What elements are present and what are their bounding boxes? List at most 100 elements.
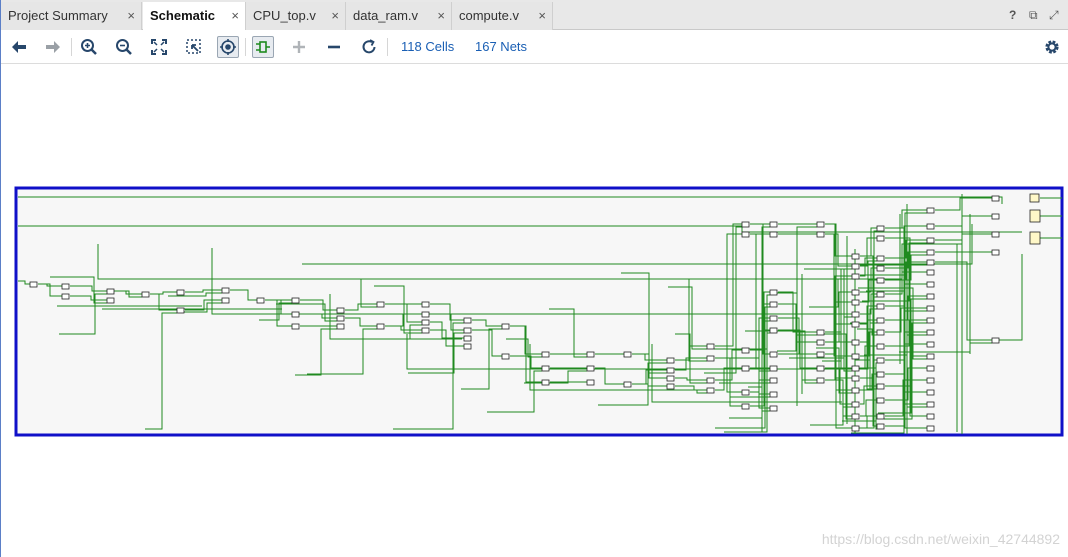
cell-symbol[interactable]: [666, 367, 675, 374]
cell-symbol[interactable]: [769, 315, 778, 322]
cell-symbol[interactable]: [991, 231, 1000, 238]
cell-symbol[interactable]: [991, 337, 1000, 344]
gear-icon[interactable]: [1041, 36, 1063, 58]
zoom-out-icon[interactable]: [113, 36, 135, 58]
cell-symbol[interactable]: [926, 305, 935, 312]
cell-symbol[interactable]: [816, 365, 825, 372]
cells-count-link[interactable]: 118 Cells: [401, 39, 454, 54]
cell-symbol[interactable]: [816, 231, 825, 238]
cell-symbol[interactable]: [256, 297, 265, 304]
zoom-area-icon[interactable]: [183, 36, 205, 58]
cell-symbol[interactable]: [851, 353, 860, 360]
cell-symbol[interactable]: [816, 329, 825, 336]
cell-symbol[interactable]: [851, 311, 860, 318]
cell-symbol[interactable]: [926, 353, 935, 360]
cell-symbol[interactable]: [336, 315, 345, 322]
cell-symbol[interactable]: [851, 273, 860, 280]
cell-symbol[interactable]: [706, 355, 715, 362]
cell-symbol[interactable]: [876, 343, 885, 350]
tab-compute[interactable]: compute.v ×: [452, 2, 553, 30]
cell-symbol[interactable]: [926, 425, 935, 432]
cell-symbol[interactable]: [851, 321, 860, 328]
cell-symbol[interactable]: [926, 329, 935, 336]
cell-symbol[interactable]: [336, 307, 345, 314]
cell-symbol[interactable]: [501, 323, 510, 330]
cell-symbol[interactable]: [926, 317, 935, 324]
cell-symbol[interactable]: [463, 343, 472, 350]
schematic-canvas[interactable]: [2, 64, 1068, 557]
cell-symbol[interactable]: [851, 289, 860, 296]
auto-fit-selection-icon[interactable]: [217, 36, 239, 58]
cell-symbol[interactable]: [376, 301, 385, 308]
cell-symbol[interactable]: [876, 265, 885, 272]
cell-symbol[interactable]: [816, 377, 825, 384]
cell-symbol[interactable]: [769, 391, 778, 398]
cell-symbol[interactable]: [586, 365, 595, 372]
cell-symbol[interactable]: [926, 401, 935, 408]
zoom-fit-icon[interactable]: [148, 36, 170, 58]
cell-symbol[interactable]: [769, 327, 778, 334]
cell-symbol[interactable]: [623, 351, 632, 358]
cell-symbol[interactable]: [926, 223, 935, 230]
tab-schematic[interactable]: Schematic ×: [143, 2, 246, 31]
cell-symbol[interactable]: [926, 269, 935, 276]
cell-symbol[interactable]: [106, 297, 115, 304]
cell-symbol[interactable]: [876, 383, 885, 390]
restore-icon[interactable]: ⧉: [1029, 8, 1038, 23]
cell-symbol[interactable]: [741, 231, 750, 238]
collapse-minus-icon[interactable]: [323, 36, 345, 58]
cell-symbol[interactable]: [876, 277, 885, 284]
cell-symbol[interactable]: [851, 413, 860, 420]
cell-symbol[interactable]: [421, 319, 430, 326]
cell-symbol[interactable]: [741, 403, 750, 410]
cell-symbol[interactable]: [769, 377, 778, 384]
cell-symbol[interactable]: [706, 387, 715, 394]
cell-symbol[interactable]: [851, 365, 860, 372]
cell-symbol[interactable]: [541, 365, 550, 372]
close-icon[interactable]: ×: [231, 8, 239, 23]
cell-symbol[interactable]: [463, 335, 472, 342]
tab-cpu-top[interactable]: CPU_top.v ×: [246, 2, 346, 30]
cell-symbol[interactable]: [876, 357, 885, 364]
cell-symbol[interactable]: [926, 377, 935, 384]
cell-symbol[interactable]: [421, 311, 430, 318]
expand-plus-icon[interactable]: [288, 36, 310, 58]
cell-symbol[interactable]: [991, 249, 1000, 256]
cell-symbol[interactable]: [706, 377, 715, 384]
zoom-in-icon[interactable]: [78, 36, 100, 58]
cell-symbol[interactable]: [926, 249, 935, 256]
cell-symbol[interactable]: [741, 347, 750, 354]
cell-symbol[interactable]: [421, 327, 430, 334]
tab-project-summary[interactable]: Project Summary ×: [1, 2, 142, 30]
cell-symbol[interactable]: [706, 343, 715, 350]
cell-symbol[interactable]: [876, 303, 885, 310]
cell-symbol[interactable]: [816, 351, 825, 358]
cell-symbol[interactable]: [926, 259, 935, 266]
cell-symbol[interactable]: [463, 327, 472, 334]
close-icon[interactable]: ×: [538, 8, 546, 23]
cell-symbol[interactable]: [221, 287, 230, 294]
cell-symbol[interactable]: [1029, 231, 1041, 245]
cell-symbol[interactable]: [926, 365, 935, 372]
cell-symbol[interactable]: [29, 281, 38, 288]
cell-symbol[interactable]: [926, 341, 935, 348]
cell-symbol[interactable]: [851, 253, 860, 260]
cell-symbol[interactable]: [291, 311, 300, 318]
cell-symbol[interactable]: [876, 255, 885, 262]
cell-symbol[interactable]: [851, 339, 860, 346]
cell-symbol[interactable]: [851, 263, 860, 270]
cell-symbol[interactable]: [106, 288, 115, 295]
cell-symbol[interactable]: [666, 383, 675, 390]
cell-symbol[interactable]: [463, 317, 472, 324]
cell-symbol[interactable]: [741, 389, 750, 396]
cell-symbol[interactable]: [926, 413, 935, 420]
cell-symbol[interactable]: [61, 293, 70, 300]
cell-symbol[interactable]: [991, 195, 1000, 202]
cell-symbol[interactable]: [421, 301, 430, 308]
cell-symbol[interactable]: [769, 301, 778, 308]
cell-symbol[interactable]: [221, 297, 230, 304]
cell-symbol[interactable]: [876, 317, 885, 324]
tab-data-ram[interactable]: data_ram.v ×: [346, 2, 452, 30]
cell-symbol[interactable]: [336, 323, 345, 330]
cell-symbol[interactable]: [876, 235, 885, 242]
